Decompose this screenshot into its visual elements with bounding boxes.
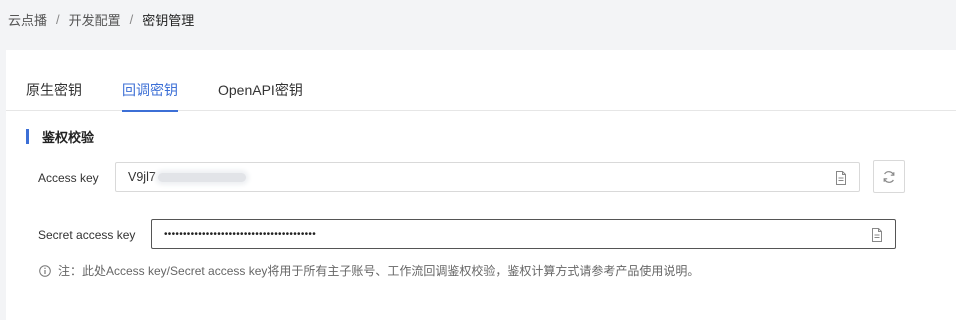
refresh-button[interactable] — [873, 160, 905, 193]
section-title-text: 鉴权校验 — [42, 130, 95, 145]
breadcrumb: 云点播 / 开发配置 / 密钥管理 — [8, 10, 194, 29]
key-management-card: 原生密钥 回调密钥 OpenAPI密钥 鉴权校验 Access key V9jl… — [6, 50, 956, 320]
breadcrumb-separator: / — [129, 12, 134, 27]
copy-icon[interactable] — [835, 171, 847, 185]
copy-icon[interactable] — [871, 228, 883, 242]
secret-access-key-value: •••••••••••••••••••••••••••••••••••••••• — [164, 228, 317, 240]
tab-openapi-key[interactable]: OpenAPI密钥 — [218, 80, 303, 110]
usage-note-text: 注：此处Access key/Secret access key将用于所有主子账… — [58, 264, 700, 278]
access-key-field[interactable]: V9jl7 — [115, 162, 860, 192]
access-key-value: V9jl7 — [128, 170, 156, 184]
breadcrumb-item-key-management: 密钥管理 — [142, 13, 195, 28]
breadcrumb-item-dev-config[interactable]: 开发配置 — [69, 10, 121, 29]
usage-note: 注：此处Access key/Secret access key将用于所有主子账… — [39, 262, 699, 279]
access-key-masked-blur — [157, 172, 246, 182]
secret-access-key-label: Secret access key — [38, 228, 136, 242]
info-icon — [39, 264, 51, 277]
section-accent-bar — [26, 129, 29, 144]
secret-access-key-field[interactable]: •••••••••••••••••••••••••••••••••••••••• — [151, 219, 896, 249]
section-title: 鉴权校验 — [26, 127, 94, 146]
breadcrumb-item-vod[interactable]: 云点播 — [8, 10, 47, 29]
tab-callback-key[interactable]: 回调密钥 — [122, 80, 178, 112]
tab-bar: 原生密钥 回调密钥 OpenAPI密钥 — [6, 50, 956, 112]
access-key-value-wrap: V9jl7 — [116, 170, 246, 184]
refresh-icon — [883, 170, 895, 183]
tab-native-key[interactable]: 原生密钥 — [26, 80, 82, 110]
breadcrumb-separator: / — [56, 12, 60, 27]
access-key-label: Access key — [38, 171, 99, 185]
